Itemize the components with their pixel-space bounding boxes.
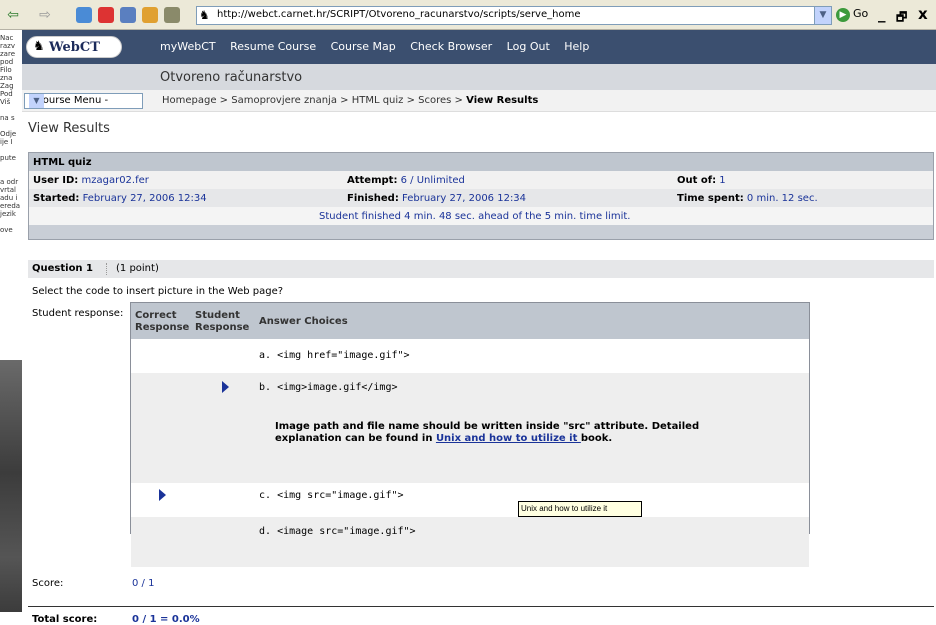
minimize-icon[interactable]: _ [878, 5, 886, 23]
refresh-icon[interactable] [76, 7, 92, 23]
background-text-line: zna [0, 74, 13, 82]
close-icon[interactable]: x [918, 5, 928, 23]
choice-row-a: a. <img href="image.gif"> [131, 339, 809, 373]
address-bar[interactable]: ♞ http://webct.carnet.hr/SCRIPT/Otvoreno… [196, 6, 832, 25]
divider [28, 606, 934, 607]
choice-row-b: b. <img>image.gif</img> Image path and f… [131, 373, 809, 483]
correct-response-pointer-icon [159, 489, 166, 501]
breadcrumb: Homepage > Samoprovjere znanja > HTML qu… [162, 95, 538, 106]
background-text-line: na s [0, 114, 15, 122]
time-spent: 0 min. 12 sec. [746, 193, 818, 204]
window-icon[interactable] [120, 7, 136, 23]
back-icon[interactable]: ⇦ [4, 7, 22, 23]
background-text-line: pod [0, 58, 14, 66]
quiz-name: HTML quiz [33, 157, 92, 168]
nav-resume-course[interactable]: Resume Course [230, 40, 316, 53]
score-value: 0 / 1 [132, 578, 155, 589]
link-tooltip: Unix and how to utilize it [518, 501, 642, 517]
background-text-line: pute [0, 154, 16, 162]
course-title-bar: Otvoreno računarstvo [22, 64, 936, 90]
feedback-line-1: Image path and file name should be writt… [275, 421, 700, 432]
webct-logo-icon: ♞ [33, 39, 45, 54]
forward-icon[interactable]: ⇨ [36, 7, 54, 23]
finish-note: Student finished 4 min. 48 sec. ahead of… [319, 211, 631, 222]
background-text-line: zare [0, 50, 15, 58]
student-response-pointer-icon [222, 381, 229, 393]
choice-row-d: d. <image src="image.gif"> [131, 517, 809, 567]
address-dropdown-icon[interactable]: ▼ [814, 7, 831, 24]
nav-help[interactable]: Help [564, 40, 589, 53]
go-icon: ▶ [836, 8, 850, 22]
page-icon: ♞ [199, 8, 210, 22]
webct-page: ♞ WebCT myWebCT Resume Course Course Map… [22, 30, 936, 625]
choice-c: c. <img src="image.gif"> [259, 490, 404, 501]
background-text-line: ije I [0, 138, 13, 146]
page-title: View Results [28, 121, 110, 136]
nav-mywebct[interactable]: myWebCT [160, 40, 216, 53]
response-table: Correct Response Student Response Answer C… [130, 302, 810, 567]
total-score-label: Total score: [32, 614, 98, 625]
browser-toolbar: ⇦ ⇨ ♞ http://webct.carnet.hr/SCRIPT/Otvo… [0, 0, 936, 30]
out-of: 1 [719, 175, 726, 186]
nav-log-out[interactable]: Log Out [507, 40, 550, 53]
top-nav: myWebCT Resume Course Course Map Check B… [160, 40, 600, 53]
total-score-value: 0 / 1 = 0.0% [132, 614, 200, 625]
response-table-header: Correct Response Student Response Answer C… [131, 303, 809, 339]
feedback-line-2: explanation can be found in Unix and how… [275, 433, 613, 444]
choice-a: a. <img href="image.gif"> [259, 350, 410, 361]
question-points: (1 point) [116, 263, 159, 274]
student-response-label: Student response: [32, 308, 124, 319]
print-icon[interactable] [164, 7, 180, 23]
started: February 27, 2006 12:34 [82, 193, 207, 204]
background-text-line: razv [0, 42, 15, 50]
background-text-line: Nac [0, 34, 14, 42]
finished: February 27, 2006 12:34 [402, 193, 527, 204]
breadcrumb-path[interactable]: Homepage > Samoprovjere znanja > HTML qu… [162, 95, 466, 106]
background-text-line: Filo [0, 66, 12, 74]
background-text-line: Zag [0, 82, 14, 90]
background-text-line: Viš [0, 98, 11, 106]
question-header: Question 1 (1 point) [28, 260, 934, 278]
attempt: 6 / Unlimited [400, 175, 465, 186]
background-image [0, 360, 22, 612]
question-label: Question 1 [32, 263, 93, 274]
webct-logo: ♞ WebCT [26, 36, 122, 58]
course-title: Otvoreno računarstvo [160, 70, 303, 85]
score-label: Score: [32, 578, 64, 589]
background-text-line: Odje [0, 130, 17, 138]
choice-b: b. <img>image.gif</img> [259, 382, 398, 393]
choice-row-c: c. <img src="image.gif"> [131, 483, 809, 517]
choice-d: d. <image src="image.gif"> [259, 526, 416, 537]
user-id: mzagar02.fer [81, 175, 149, 186]
background-text-line: vrtal [0, 186, 16, 194]
question-text: Select the code to insert picture in the… [32, 286, 284, 297]
background-text-line: adu i [0, 194, 18, 202]
background-text-line: jezik [0, 210, 16, 218]
quiz-summary: HTML quiz User ID: mzagar02.fer Attempt:… [28, 152, 934, 240]
chevron-down-icon[interactable]: ▼ [29, 94, 44, 108]
stop-icon[interactable] [98, 7, 114, 23]
book-link[interactable]: Unix and how to utilize it [436, 433, 581, 444]
go-button[interactable]: ▶ Go [836, 7, 868, 22]
breadcrumb-bar: - Course Menu - ▼ Homepage > Samoprovjer… [22, 90, 936, 112]
breadcrumb-current: View Results [466, 95, 539, 106]
restore-icon[interactable]: 🗗 [896, 8, 907, 29]
webct-header: ♞ WebCT myWebCT Resume Course Course Map… [22, 30, 936, 64]
nav-check-browser[interactable]: Check Browser [410, 40, 492, 53]
background-text-line: Pod [0, 90, 13, 98]
nav-course-map[interactable]: Course Map [331, 40, 396, 53]
course-menu-select[interactable]: - Course Menu - ▼ [24, 93, 143, 109]
background-text-line: ove [0, 226, 13, 234]
background-text-line: ereda [0, 202, 21, 210]
home-icon[interactable] [142, 7, 158, 23]
background-window: Nac razv zare pod Filo zna Zag Pod Viš na s Odje ij… [0, 30, 22, 612]
background-text-line: a odr [0, 178, 19, 186]
address-url[interactable]: http://webct.carnet.hr/SCRIPT/Otvoreno_r… [217, 9, 580, 20]
